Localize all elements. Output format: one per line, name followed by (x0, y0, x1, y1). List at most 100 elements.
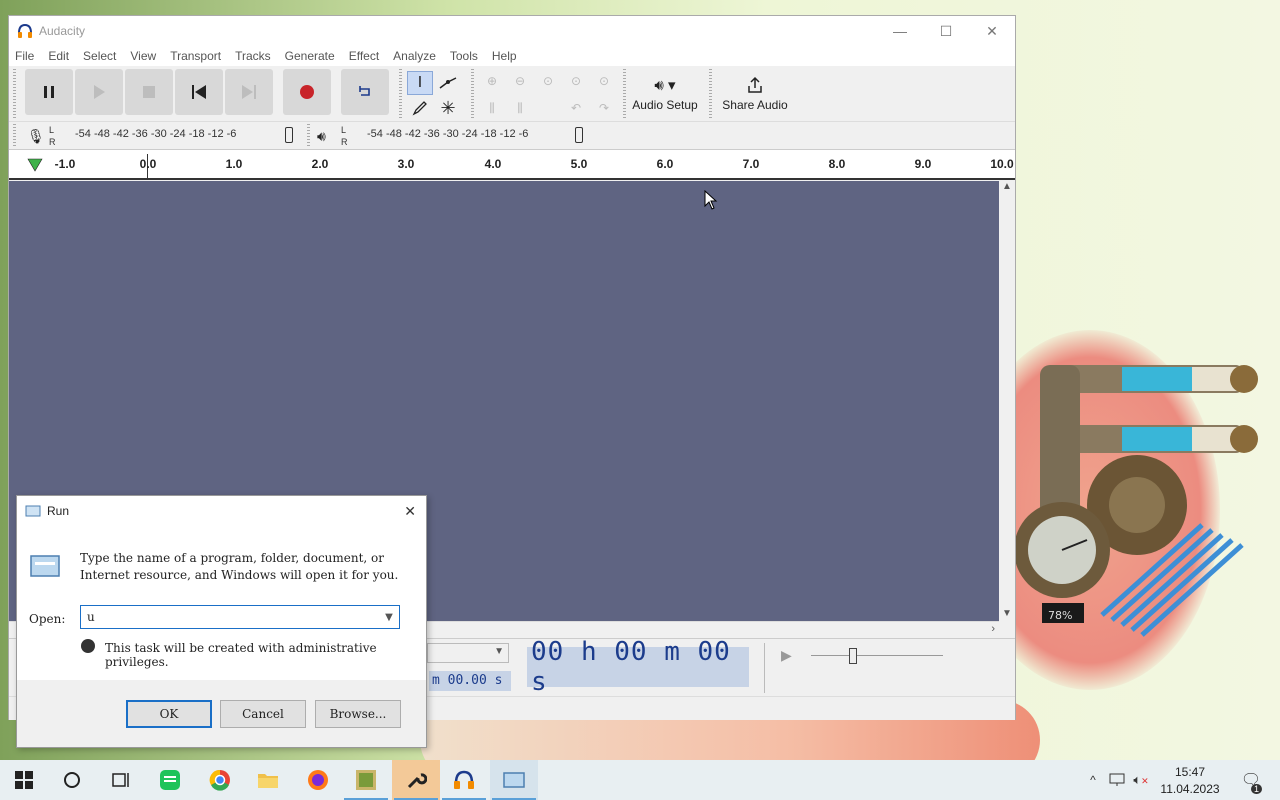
browse-button[interactable]: Browse... (315, 700, 401, 728)
notification-center-button[interactable]: 🗨︎ 1 (1234, 760, 1268, 800)
ruler-label: 3.0 (397, 157, 415, 171)
taskbar-app-audacity[interactable] (440, 760, 488, 800)
stop-button[interactable] (125, 69, 173, 115)
chevron-down-icon[interactable]: ▼ (381, 609, 397, 625)
audio-setup-button[interactable]: 🔊︎ ▾ Audio Setup (629, 69, 701, 119)
scroll-right-icon[interactable]: › (991, 623, 995, 635)
record-button[interactable] (283, 69, 331, 115)
loop-button[interactable] (341, 69, 389, 115)
meter-toolbar: 🎙︎ LR -54 -48 -42 -36 -30 -24 -18 -12 -6… (9, 122, 1015, 150)
taskbar-app-tools[interactable] (392, 760, 440, 800)
menu-help[interactable]: Help (492, 49, 517, 63)
minimize-button[interactable]: — (877, 16, 923, 46)
menu-view[interactable]: View (130, 49, 156, 63)
record-meter-handle[interactable] (285, 127, 293, 143)
fit-selection-button[interactable]: ⊙ (535, 69, 561, 93)
menu-effect[interactable]: Effect (349, 49, 379, 63)
envelope-tool-button[interactable] (435, 71, 461, 95)
taskbar-app-sandbox[interactable] (342, 760, 390, 800)
play-speed-slider[interactable] (811, 655, 943, 656)
toolbar-grip[interactable] (307, 124, 310, 148)
play-meter-lr: LR (341, 125, 348, 147)
search-button[interactable] (48, 760, 96, 800)
tray-overflow-button[interactable]: ^ (1084, 760, 1102, 800)
taskbar-app-run[interactable] (490, 760, 538, 800)
menu-bar: File Edit Select View Transport Tracks G… (9, 46, 1015, 66)
trim-button[interactable]: ⫼ (479, 96, 505, 120)
play-button[interactable] (75, 69, 123, 115)
fit-project-button[interactable]: ⊙ (563, 69, 589, 93)
play-speed-handle[interactable] (849, 648, 857, 664)
cancel-button[interactable]: Cancel (220, 700, 306, 728)
zoom-in-button[interactable]: ⊕ (479, 69, 505, 93)
taskbar-app-chrome[interactable] (196, 760, 244, 800)
redo-button[interactable]: ↷ (591, 96, 617, 120)
toolbar-grip[interactable] (623, 69, 626, 119)
record-meter-lr: LR (49, 125, 56, 147)
play-at-speed-icon[interactable]: ▶ (781, 647, 792, 664)
open-input[interactable]: u ▼ (80, 605, 400, 629)
play-meter-scale[interactable]: -54 -48 -42 -36 -30 -24 -18 -12 -6 (367, 128, 528, 140)
draw-tool-button[interactable] (407, 96, 433, 120)
speaker-meter-icon[interactable]: 🔊︎ (317, 128, 326, 145)
scroll-down-icon[interactable]: ▼ (1002, 608, 1012, 619)
vertical-scrollbar[interactable]: ▲ ▼ (999, 181, 1015, 621)
toolbar-grip[interactable] (13, 69, 16, 119)
toolbar-grip[interactable] (13, 124, 16, 148)
maximize-button[interactable]: ☐ (923, 16, 969, 46)
zoom-toggle-button[interactable]: ⊙ (591, 69, 617, 93)
taskbar-app-explorer[interactable] (244, 760, 292, 800)
ruler-label: -1.0 (54, 157, 76, 171)
menu-edit[interactable]: Edit (48, 49, 69, 63)
menu-select[interactable]: Select (83, 49, 116, 63)
chevron-down-icon: ▼ (494, 646, 504, 657)
undo-button[interactable]: ↶ (563, 96, 589, 120)
selection-tool-button[interactable]: I (407, 71, 433, 95)
share-icon (748, 76, 762, 93)
audio-position-display[interactable]: 00 h 00 m 00 s (527, 637, 749, 697)
toolbar-grip[interactable] (471, 69, 474, 119)
envelope-icon (439, 77, 457, 89)
taskbar-app-firefox[interactable] (294, 760, 342, 800)
close-button[interactable]: ✕ (969, 16, 1015, 46)
network-button[interactable] (1106, 760, 1128, 800)
zoom-out-button[interactable]: ⊖ (507, 69, 533, 93)
multi-tool-button[interactable]: ✳ (435, 96, 461, 120)
trim-icon: ⫼ (489, 100, 495, 115)
start-button[interactable] (0, 760, 48, 800)
snap-dropdown[interactable]: ▼ (427, 643, 509, 663)
chrome-icon (209, 769, 230, 791)
zoom-toggle-icon: ⊙ (598, 74, 610, 88)
pause-button[interactable] (25, 69, 73, 115)
skip-end-icon (242, 85, 256, 99)
skip-to-end-button[interactable] (225, 69, 273, 115)
task-view-button[interactable] (96, 760, 144, 800)
close-icon[interactable]: ✕ (404, 503, 416, 520)
microphone-icon[interactable]: 🎙︎ (27, 128, 45, 145)
taskbar-app-notes[interactable] (146, 760, 194, 800)
ruler-label: 2.0 (311, 157, 329, 171)
skip-to-start-button[interactable] (175, 69, 223, 115)
ok-button[interactable]: OK (126, 700, 212, 728)
volume-muted-icon: 🔈︎✕ (1133, 772, 1149, 787)
menu-tracks[interactable]: Tracks (235, 49, 271, 63)
selection-time-small[interactable]: m 00.00 s (429, 671, 511, 691)
timeline-ruler[interactable]: -1.0 0.0 1.0 2.0 3.0 4.0 5.0 6.0 7.0 8.0… (9, 150, 1015, 180)
scroll-up-icon[interactable]: ▲ (1002, 181, 1012, 192)
menu-generate[interactable]: Generate (285, 49, 335, 63)
menu-tools[interactable]: Tools (450, 49, 478, 63)
volume-button[interactable]: 🔈︎✕ (1130, 760, 1152, 800)
silence-button[interactable]: ⫼ (507, 96, 533, 120)
share-audio-button[interactable]: Share Audio (717, 69, 793, 119)
menu-file[interactable]: File (15, 49, 34, 63)
toolbar-grip[interactable] (399, 69, 402, 119)
menu-analyze[interactable]: Analyze (393, 49, 436, 63)
menu-transport[interactable]: Transport (170, 49, 221, 63)
divider (764, 643, 765, 693)
play-head-icon[interactable] (27, 158, 43, 172)
record-meter-scale[interactable]: -54 -48 -42 -36 -30 -24 -18 -12 -6 (75, 128, 236, 140)
record-icon (300, 85, 314, 99)
toolbar-grip[interactable] (709, 69, 712, 119)
play-meter-handle[interactable] (575, 127, 583, 143)
taskbar-clock[interactable]: 15:47 11.04.2023 (1152, 764, 1228, 798)
